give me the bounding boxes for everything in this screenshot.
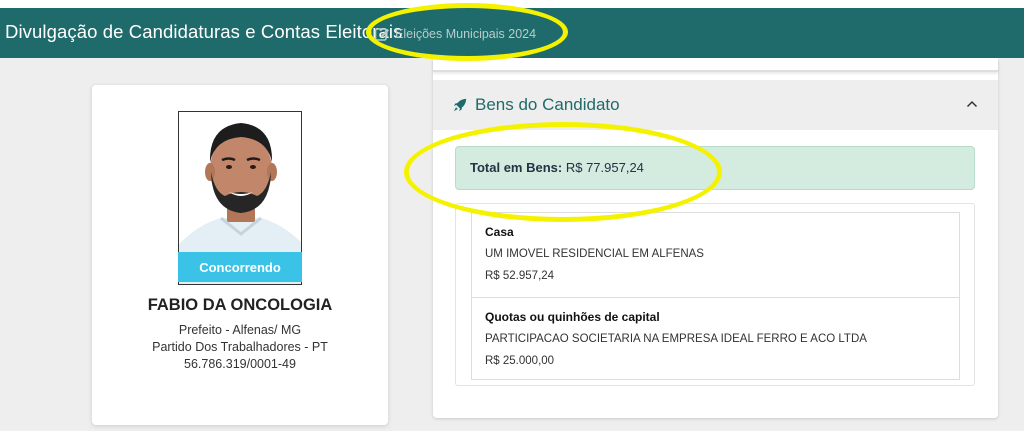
candidate-card: Concorrendo FABIO DA ONCOLOGIA Prefeito … (92, 85, 388, 425)
status-badge: Concorrendo (178, 252, 302, 282)
assets-list-container: Casa UM IMOVEL RESIDENCIAL EM ALFENAS R$… (455, 203, 975, 386)
candidate-cnpj: 56.786.319/0001-49 (184, 357, 296, 371)
assets-section-title: Bens do Candidato (475, 95, 620, 114)
chevron-up-icon[interactable] (964, 96, 980, 112)
asset-type: Casa (485, 225, 514, 239)
asset-description: PARTICIPACAO SOCIETARIA NA EMPRESA IDEAL… (485, 333, 867, 345)
asset-type: Quotas ou quinhões de capital (485, 310, 660, 324)
total-assets-label: Total em Bens: (470, 160, 563, 175)
asset-value: R$ 52.957,24 (485, 270, 555, 282)
assets-section-header[interactable]: Bens do Candidato (433, 80, 998, 130)
top-bar: Divulgação de Candidaturas e Contas Elei… (0, 8, 1024, 58)
assets-list: Casa UM IMOVEL RESIDENCIAL EM ALFENAS R$… (471, 212, 960, 380)
app-title[interactable]: Divulgação de Candidaturas e Contas Elei… (5, 21, 402, 43)
candidate-party: Partido Dos Trabalhadores - PT (152, 340, 328, 354)
election-label: Eleições Municipais 2024 (395, 27, 537, 41)
list-item: Casa UM IMOVEL RESIDENCIAL EM ALFENAS R$… (472, 213, 959, 297)
list-item: Quotas ou quinhões de capital PARTICIPAC… (472, 297, 959, 381)
total-assets-box: Total em Bens: R$ 77.957,24 (455, 146, 975, 190)
content-area: Concorrendo FABIO DA ONCOLOGIA Prefeito … (0, 58, 1024, 431)
asset-value: R$ 25.000,00 (485, 355, 555, 367)
previous-section-bottom (433, 58, 998, 72)
total-assets-value: R$ 77.957,24 (565, 160, 644, 175)
edit-icon (374, 28, 389, 41)
rocket-icon (453, 98, 467, 112)
candidate-office: Prefeito - Alfenas/ MG (178, 323, 302, 337)
asset-description: UM IMOVEL RESIDENCIAL EM ALFENAS (485, 248, 704, 260)
candidate-name: FABIO DA ONCOLOGIA (147, 296, 333, 314)
election-link[interactable]: Eleições Municipais 2024 (374, 24, 536, 44)
